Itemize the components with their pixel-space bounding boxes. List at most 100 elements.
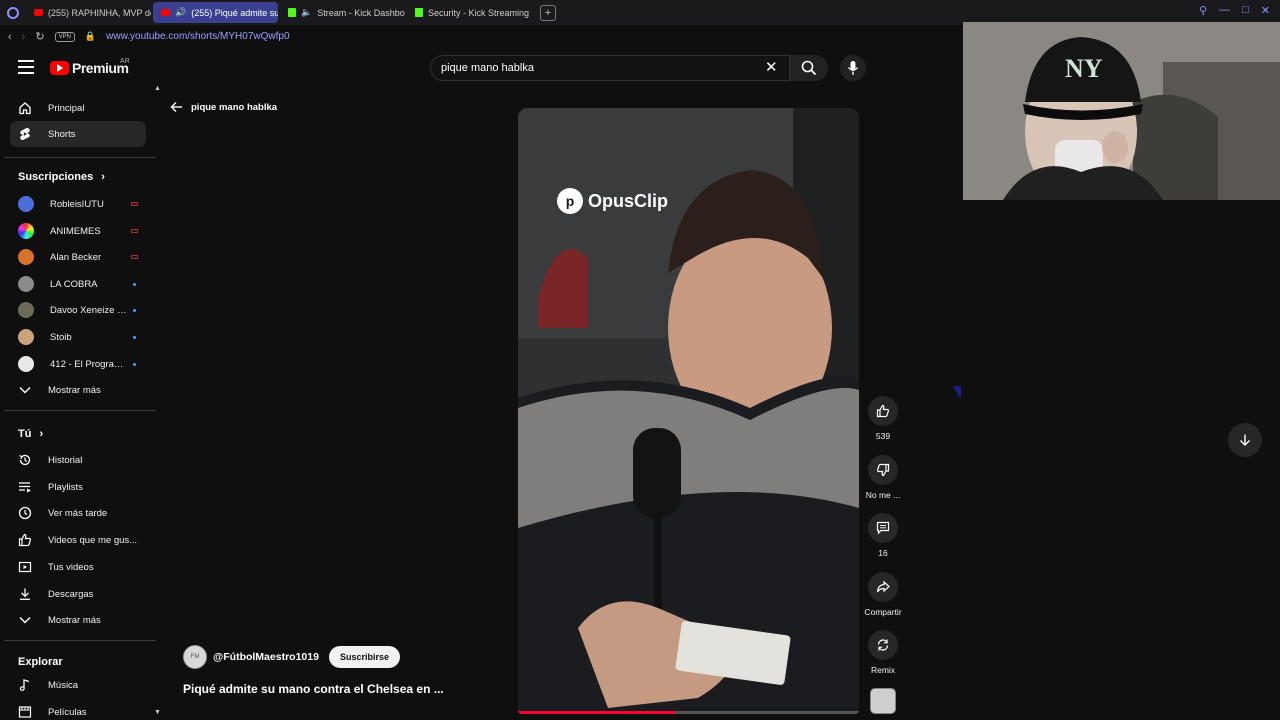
chevron-right-icon: › bbox=[39, 428, 44, 440]
search-button[interactable] bbox=[790, 55, 828, 81]
youtube-favicon-icon bbox=[161, 9, 170, 16]
browser-tab-raphinha[interactable]: (255) RAPHINHA, MVP de bbox=[26, 2, 151, 23]
share-arrow-icon bbox=[876, 580, 890, 593]
lock-icon[interactable]: 🔒 bbox=[85, 31, 96, 42]
sidebar-item-label: Ver más tarde bbox=[48, 507, 108, 519]
browser-tab-kick-security[interactable]: Security - Kick Streaming bbox=[407, 2, 532, 23]
close-window-icon[interactable]: ✕ bbox=[1261, 4, 1270, 17]
chevron-down-icon bbox=[18, 383, 32, 397]
new-content-dot-icon bbox=[133, 335, 136, 339]
scroll-up-icon[interactable]: ▲ bbox=[154, 85, 161, 92]
share-button[interactable] bbox=[868, 572, 898, 602]
next-short-button[interactable] bbox=[1228, 423, 1262, 457]
channel-row: FM @FútbolMaestro1019 Suscribirse bbox=[183, 645, 400, 669]
clock-icon bbox=[18, 506, 32, 520]
browser-tab-kick-dashboard[interactable]: 🔈 Stream - Kick Dashbo bbox=[280, 2, 405, 23]
minimize-icon[interactable]: — bbox=[1219, 4, 1230, 17]
video-title[interactable]: Piqué admite su mano contra el Chelsea e… bbox=[183, 682, 444, 696]
dislike-label: No me ... bbox=[865, 490, 901, 500]
sidebar-item-tus-videos[interactable]: Tus videos bbox=[10, 554, 146, 580]
clear-search-icon[interactable]: ✕ bbox=[765, 58, 778, 76]
subscriptions-show-more[interactable]: Mostrar más bbox=[10, 377, 146, 403]
explore-heading: Explorar bbox=[18, 656, 63, 668]
sidebar-item-label: Películas bbox=[48, 706, 87, 718]
sidebar-item-descargas[interactable]: Descargas bbox=[10, 581, 146, 607]
url-field[interactable]: www.youtube.com/shorts/MYH07wQwfp0 bbox=[106, 31, 289, 42]
voice-search-button[interactable] bbox=[840, 55, 866, 81]
shorts-video-player[interactable]: p OpusClip bbox=[518, 108, 859, 714]
speaker-icon[interactable]: 🔊 bbox=[175, 7, 186, 18]
live-indicator-icon bbox=[131, 202, 138, 206]
youtube-premium-logo[interactable]: Premium bbox=[50, 60, 129, 76]
subscription-label: LA COBRA bbox=[50, 278, 98, 290]
scroll-down-icon[interactable]: ▼ bbox=[154, 709, 161, 716]
vpn-badge[interactable]: VPN bbox=[54, 31, 75, 42]
youtube-play-icon bbox=[50, 61, 69, 75]
sidebar-item-musica[interactable]: Música bbox=[10, 672, 146, 698]
chevron-right-icon: › bbox=[101, 171, 105, 183]
sidebar-item-shorts[interactable]: Shorts bbox=[10, 121, 146, 147]
sidebar-item-label: Playlists bbox=[48, 481, 83, 493]
remix-button[interactable] bbox=[868, 630, 898, 660]
muted-speaker-icon[interactable]: 🔈 bbox=[301, 7, 312, 18]
new-content-dot-icon bbox=[133, 282, 136, 286]
sidebar-item-label: Mostrar más bbox=[48, 384, 101, 396]
reload-icon[interactable]: ↻ bbox=[35, 30, 44, 43]
maximize-icon[interactable]: □ bbox=[1242, 4, 1249, 17]
like-button[interactable] bbox=[868, 396, 898, 426]
subscribe-button[interactable]: Suscribirse bbox=[328, 646, 400, 668]
channel-thumbnail[interactable] bbox=[870, 688, 896, 714]
subscription-alan-becker[interactable]: Alan Becker bbox=[10, 244, 146, 270]
channel-handle[interactable]: @FútbolMaestro1019 bbox=[213, 651, 319, 663]
video-progress-bar[interactable] bbox=[518, 711, 859, 714]
chevron-down-icon bbox=[18, 613, 32, 627]
sidebar-item-principal[interactable]: Principal bbox=[10, 95, 146, 121]
channel-avatar[interactable]: FM bbox=[183, 645, 207, 669]
window-controls: ⚲ — □ ✕ bbox=[1199, 4, 1270, 17]
comments-action: 16 bbox=[858, 513, 908, 558]
forward-nav-icon[interactable]: › bbox=[22, 31, 26, 43]
subscription-label: RobleisIUTU bbox=[50, 198, 104, 210]
share-label: Compartir bbox=[864, 607, 902, 617]
sidebar-item-peliculas[interactable]: Películas bbox=[10, 699, 146, 720]
arrow-left-icon bbox=[170, 102, 182, 112]
thumbs-down-icon bbox=[876, 463, 890, 477]
comment-count: 16 bbox=[878, 548, 888, 558]
subscription-davoo-xeneize[interactable]: Davoo Xeneize P... bbox=[10, 297, 146, 323]
back-nav-icon[interactable]: ‹ bbox=[8, 31, 12, 43]
hamburger-menu-icon[interactable] bbox=[18, 60, 34, 74]
country-code: AR bbox=[120, 58, 130, 65]
sidebar-item-playlists[interactable]: Playlists bbox=[10, 474, 146, 500]
youtube-favicon-icon bbox=[34, 9, 43, 16]
comments-button[interactable] bbox=[868, 513, 898, 543]
mouse-cursor-icon bbox=[953, 386, 961, 398]
subscription-robleisiutu[interactable]: RobleisIUTU bbox=[10, 191, 146, 217]
history-icon bbox=[18, 453, 32, 467]
sidebar-item-historial[interactable]: Historial bbox=[10, 447, 146, 473]
subscription-412-el-programa[interactable]: 412 - El Program... bbox=[10, 351, 146, 377]
browser-tab-pique[interactable]: 🔊 (255) Piqué admite su bbox=[153, 2, 278, 23]
kick-favicon-icon bbox=[415, 8, 423, 17]
you-show-more[interactable]: Mostrar más bbox=[10, 607, 146, 633]
sidebar-item-label: Videos que me gus... bbox=[48, 534, 138, 546]
sidebar-item-liked-videos[interactable]: Videos que me gus... bbox=[10, 527, 146, 553]
download-icon bbox=[18, 587, 32, 601]
subscription-animemes[interactable]: ANIMEMES bbox=[10, 218, 146, 244]
search-input[interactable]: pique mano hablka bbox=[430, 55, 790, 81]
live-indicator-icon bbox=[131, 255, 138, 259]
sidebar-divider bbox=[4, 410, 156, 411]
subscription-stoib[interactable]: Stoib bbox=[10, 324, 146, 350]
subscription-label: Stoib bbox=[50, 331, 72, 343]
search-tabs-icon[interactable]: ⚲ bbox=[1199, 4, 1207, 17]
subscriptions-heading[interactable]: Suscripciones › bbox=[18, 171, 105, 183]
dislike-button[interactable] bbox=[868, 455, 898, 485]
watermark-text: OpusClip bbox=[588, 190, 668, 211]
sidebar-item-ver-mas-tarde[interactable]: Ver más tarde bbox=[10, 500, 146, 526]
music-icon bbox=[18, 678, 32, 692]
opera-logo-icon[interactable] bbox=[0, 0, 26, 25]
subscription-la-cobra[interactable]: LA COBRA bbox=[10, 271, 146, 297]
back-to-results[interactable]: pique mano hablka bbox=[170, 101, 277, 113]
subscription-label: 412 - El Program... bbox=[50, 358, 128, 370]
you-heading[interactable]: Tú › bbox=[18, 428, 43, 440]
new-tab-button[interactable]: + bbox=[540, 4, 556, 21]
